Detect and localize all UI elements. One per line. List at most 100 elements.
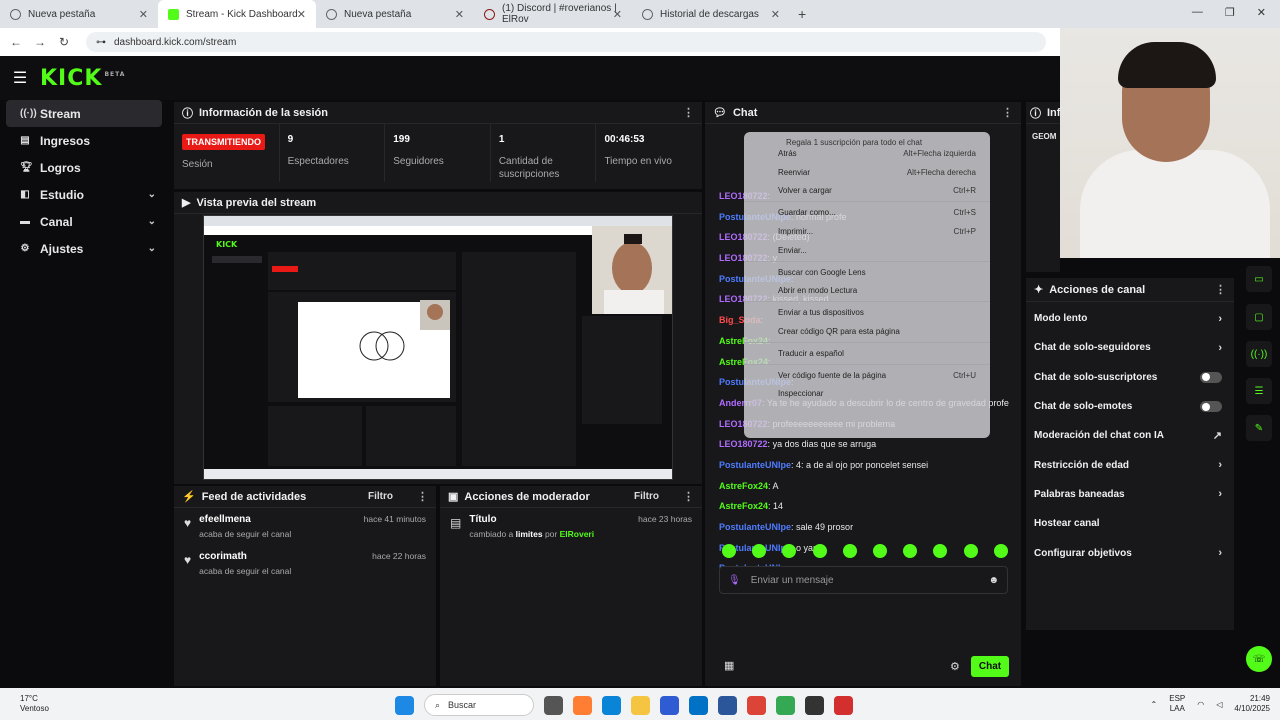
word-icon[interactable] xyxy=(718,695,737,715)
reload-icon[interactable]: ↻ xyxy=(52,35,76,49)
context-menu-item[interactable]: Enviar... xyxy=(744,241,990,260)
context-menu-item[interactable]: Inspeccionar xyxy=(744,385,990,404)
chat-send-button[interactable]: Chat xyxy=(971,656,1009,677)
folder-icon[interactable] xyxy=(631,695,650,715)
chat-username[interactable]: PostulanteUNIpe xyxy=(719,460,791,470)
quick-action-icon[interactable]: ▭ xyxy=(1246,266,1272,292)
close-tab-icon[interactable]: ✕ xyxy=(455,8,464,21)
channel-action-item[interactable]: Hostear canal xyxy=(1026,509,1234,538)
sidebar-item-estudio[interactable]: ◧ Estudio ⌄ xyxy=(6,181,162,208)
chat-input[interactable]: 🎙︎ Enviar un mensaje ☻ xyxy=(719,566,1008,594)
close-window-icon[interactable]: ✕ xyxy=(1257,6,1266,19)
obs-icon[interactable] xyxy=(805,695,824,715)
kebab-icon[interactable]: ⋮ xyxy=(1215,283,1226,296)
app-icon[interactable] xyxy=(834,695,853,715)
emote-icon[interactable] xyxy=(842,544,857,558)
close-tab-icon[interactable]: ✕ xyxy=(613,8,622,21)
sidebar-item-ajustes[interactable]: ⚙ Ajustes ⌄ xyxy=(6,235,162,262)
emote-icon[interactable] xyxy=(752,544,767,558)
outlook-icon[interactable] xyxy=(689,695,708,715)
broadcast-icon[interactable]: ((·)) xyxy=(1246,341,1272,367)
context-menu-item[interactable]: Traducir a español xyxy=(744,344,990,363)
gear-icon[interactable]: ⚙ xyxy=(950,660,960,673)
toggle-switch[interactable] xyxy=(1200,371,1222,383)
context-menu-item[interactable]: Reenviar Alt+Flecha derecha xyxy=(744,163,990,182)
close-tab-icon[interactable]: ✕ xyxy=(771,8,780,21)
copilot-icon[interactable] xyxy=(573,695,592,715)
list-icon[interactable]: ☰ xyxy=(1246,378,1272,404)
kebab-icon[interactable]: ⋮ xyxy=(1002,106,1013,119)
emoji-icon[interactable]: ☻ xyxy=(988,575,999,586)
filter-button[interactable]: Filtro xyxy=(368,491,393,502)
channel-action-item[interactable]: Configurar objetivos › xyxy=(1026,538,1234,567)
close-tab-icon[interactable]: ✕ xyxy=(139,8,148,21)
sidebar-item-logros[interactable]: 🏆︎ Logros xyxy=(6,154,162,181)
emote-icon[interactable] xyxy=(903,544,918,558)
channel-action-item[interactable]: Restricción de edad › xyxy=(1026,450,1234,479)
edge-icon[interactable] xyxy=(602,695,621,715)
emote-icon[interactable] xyxy=(993,544,1008,558)
new-tab-icon[interactable]: + xyxy=(798,6,806,22)
task-view-icon[interactable] xyxy=(544,695,563,715)
back-icon[interactable]: ← xyxy=(4,35,28,49)
windows-start-icon[interactable] xyxy=(395,695,414,715)
kick-logo[interactable]: KICK BETA xyxy=(40,66,125,91)
browser-tab-3[interactable]: Nueva pestaña ✕ xyxy=(316,0,474,28)
taskbar-search[interactable]: ⌕ Buscar xyxy=(424,694,534,716)
browser-tab-2[interactable]: Stream - Kick Dashboard ✕ xyxy=(158,0,316,28)
gift-icon[interactable]: ▦ xyxy=(724,659,734,672)
sidebar-item-ingresos[interactable]: ▤ Ingresos xyxy=(6,127,162,154)
kebab-icon[interactable]: ⋮ xyxy=(683,490,694,503)
chat-username[interactable]: AstreFox24 xyxy=(719,501,768,511)
emote-icon[interactable] xyxy=(873,544,888,558)
chevron-up-icon[interactable]: ⌃ xyxy=(1151,700,1158,709)
emote-icon[interactable] xyxy=(782,544,797,558)
emote-icon[interactable] xyxy=(812,544,827,558)
wifi-icon[interactable]: ◠ xyxy=(1197,700,1204,709)
chat-bubble-icon[interactable]: ▢ xyxy=(1246,304,1272,330)
context-menu-item[interactable]: Abrir en modo Lectura xyxy=(744,282,990,301)
kebab-icon[interactable]: ⋮ xyxy=(417,490,428,503)
channel-action-item[interactable]: Chat de solo-suscriptores xyxy=(1026,363,1234,392)
url-input[interactable]: ⊶ dashboard.kick.com/stream xyxy=(86,32,1046,52)
context-menu-item[interactable]: Enviar a tus dispositivos xyxy=(744,303,990,322)
browser-tab-1[interactable]: Nueva pestaña ✕ xyxy=(0,0,158,28)
stream-preview-video[interactable]: KICK xyxy=(203,215,673,480)
context-menu-item[interactable]: Volver a cargar Ctrl+R xyxy=(744,182,990,201)
chat-username[interactable]: PostulanteUNIpe xyxy=(719,522,791,532)
channel-action-item[interactable]: Chat de solo-seguidores › xyxy=(1026,333,1234,362)
filter-button[interactable]: Filtro xyxy=(634,491,659,502)
context-menu-item[interactable]: Crear código QR para esta página xyxy=(744,322,990,341)
minimize-icon[interactable]: — xyxy=(1192,6,1203,19)
emote-icon[interactable] xyxy=(933,544,948,558)
wrench-icon[interactable]: ✎ xyxy=(1246,415,1272,441)
sidebar-item-stream[interactable]: ((·)) Stream xyxy=(6,100,162,127)
channel-action-item[interactable]: Palabras baneadas › xyxy=(1026,480,1234,509)
weather-widget[interactable]: 17°C Ventoso xyxy=(0,694,90,714)
site-info-icon[interactable]: ⊶ xyxy=(96,37,106,48)
context-menu-item[interactable]: Ver código fuente de la página Ctrl+U xyxy=(744,366,990,385)
language-indicator[interactable]: ESP LAA xyxy=(1169,694,1185,714)
channel-action-item[interactable]: Chat de solo-emotes xyxy=(1026,392,1234,421)
context-menu-item[interactable]: Atrás Alt+Flecha izquierda xyxy=(744,144,990,163)
emote-icon[interactable] xyxy=(722,544,737,558)
emote-icon[interactable] xyxy=(963,544,978,558)
clock[interactable]: 21:49 4/10/2025 xyxy=(1234,694,1270,714)
chat-username[interactable]: LEO180722 xyxy=(719,439,768,449)
support-icon[interactable]: ☏ xyxy=(1246,646,1272,672)
forward-icon[interactable]: → xyxy=(28,35,52,49)
menu-icon[interactable]: ☰ xyxy=(0,68,40,88)
browser-tab-4[interactable]: (1) Discord | #roverianos | ElRov ✕ xyxy=(474,0,632,28)
browser-tab-5[interactable]: Historial de descargas ✕ xyxy=(632,0,790,28)
channel-action-item[interactable]: Moderación del chat con IA ↗ xyxy=(1026,421,1234,450)
store-icon[interactable] xyxy=(660,695,679,715)
channel-action-item[interactable]: Modo lento › xyxy=(1026,304,1234,333)
microphone-icon[interactable]: 🎙︎ xyxy=(728,575,741,586)
kebab-icon[interactable]: ⋮ xyxy=(683,106,694,119)
context-menu-item[interactable]: Guardar como... Ctrl+S xyxy=(744,203,990,222)
context-menu-item[interactable]: Buscar con Google Lens xyxy=(744,263,990,282)
chrome-alt-icon[interactable] xyxy=(776,695,795,715)
chat-username[interactable]: AstreFox24 xyxy=(719,481,768,491)
close-tab-icon[interactable]: ✕ xyxy=(297,8,306,21)
context-menu-item[interactable]: Imprimir... Ctrl+P xyxy=(744,222,990,241)
